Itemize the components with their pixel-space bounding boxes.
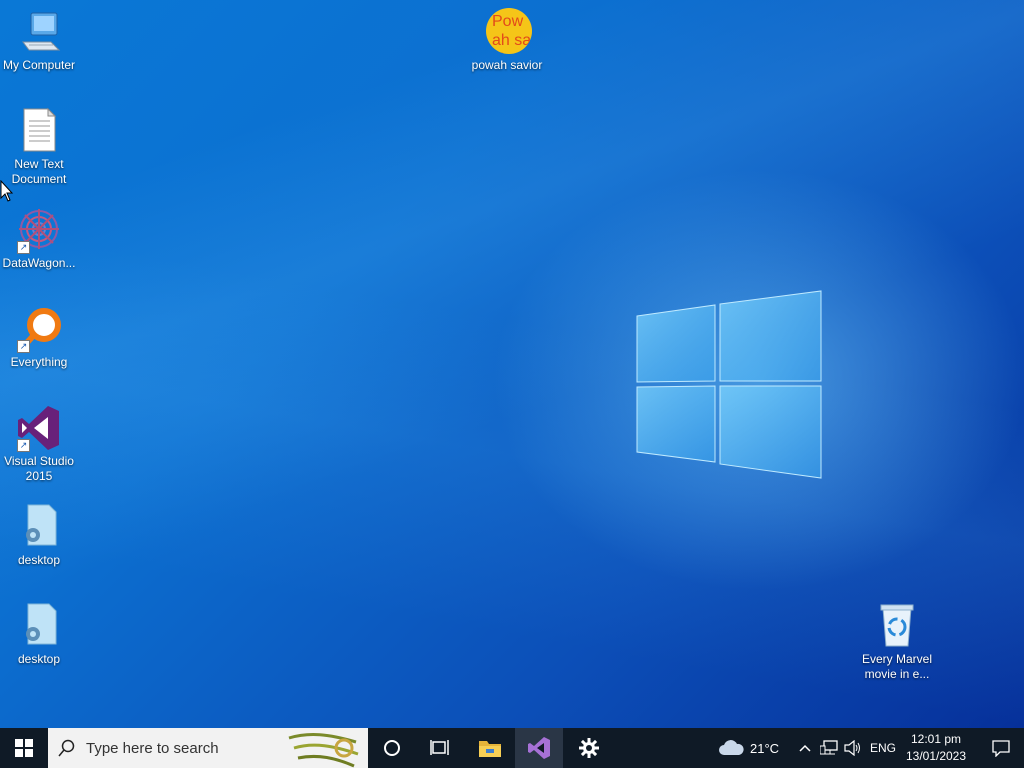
desktop-icon-recycle-bin[interactable]: Every Marvel movie in e... bbox=[858, 602, 936, 682]
powah-savior-icon: Powah savior bbox=[483, 8, 532, 56]
start-button[interactable] bbox=[0, 728, 48, 768]
windows-start-icon bbox=[15, 739, 33, 757]
folder-icon bbox=[479, 741, 501, 757]
datawagon-icon: ↗ bbox=[15, 206, 63, 254]
circle-icon bbox=[384, 740, 400, 756]
network-button[interactable] bbox=[818, 728, 840, 768]
gear-icon bbox=[579, 738, 599, 758]
search-placeholder: Type here to search bbox=[86, 739, 219, 757]
settings-file-icon bbox=[15, 503, 63, 551]
settings-button[interactable] bbox=[565, 728, 613, 768]
taskbar-search-box[interactable]: Type here to search bbox=[48, 728, 368, 768]
taskbar: Type here to search 21°C ENG 12:01 pm 13… bbox=[0, 728, 1024, 768]
file-explorer-button[interactable] bbox=[466, 728, 514, 768]
search-icon bbox=[58, 739, 75, 757]
visual-studio-taskbar-button[interactable] bbox=[515, 728, 563, 768]
icon-label: Every Marvel movie in e... bbox=[861, 652, 932, 681]
icon-label: desktop bbox=[17, 652, 61, 666]
icon-label: powah savior bbox=[471, 58, 543, 72]
task-view-icon bbox=[430, 740, 449, 755]
clock-date: 13/01/2023 bbox=[905, 749, 967, 763]
show-hidden-icons-button[interactable] bbox=[796, 728, 814, 768]
taskbar-clock[interactable]: 12:01 pm 13/01/2023 bbox=[900, 731, 972, 765]
desktop-icon-datawagon[interactable]: ↗ DataWagon... bbox=[0, 206, 78, 271]
input-language-indicator[interactable]: ENG bbox=[870, 728, 896, 768]
desktop-background[interactable]: My Computer New Text Document ↗ DataWago… bbox=[0, 0, 1024, 728]
task-view-button[interactable] bbox=[416, 728, 464, 768]
shortcut-arrow-icon: ↗ bbox=[17, 241, 30, 254]
weather-temperature: 21°C bbox=[750, 740, 780, 756]
desktop-icon-my-computer[interactable]: My Computer bbox=[0, 8, 78, 73]
desktop-icon-everything[interactable]: ↗ Everything bbox=[0, 305, 78, 370]
desktop-icon-powah-savior[interactable]: Powah savior powah savior bbox=[468, 8, 546, 73]
visual-studio-icon bbox=[528, 737, 550, 759]
cloud-icon bbox=[719, 740, 744, 755]
icon-label: My Computer bbox=[2, 58, 76, 72]
action-center-button[interactable] bbox=[978, 728, 1024, 768]
desktop-icon-visual-studio-2015[interactable]: ↗ Visual Studio 2015 bbox=[0, 404, 78, 484]
volume-button[interactable] bbox=[842, 728, 864, 768]
settings-file-icon bbox=[15, 602, 63, 650]
shortcut-arrow-icon: ↗ bbox=[17, 439, 30, 452]
everything-search-icon: ↗ bbox=[15, 305, 63, 353]
search-highlight-illustration bbox=[288, 733, 359, 768]
icon-label: Visual Studio 2015 bbox=[4, 454, 74, 483]
text-file-icon bbox=[15, 107, 63, 155]
shortcut-arrow-icon: ↗ bbox=[17, 340, 30, 353]
notification-icon bbox=[992, 740, 1010, 757]
desktop-icon-new-text-document[interactable]: New Text Document bbox=[0, 107, 78, 187]
weather-widget[interactable]: 21°C bbox=[718, 728, 779, 768]
clock-time: 12:01 pm bbox=[910, 732, 962, 746]
icon-label: desktop bbox=[17, 553, 61, 567]
powah-savior-logo-text: Powah savior bbox=[486, 8, 532, 54]
cortana-button[interactable] bbox=[368, 728, 416, 768]
visual-studio-icon: ↗ bbox=[15, 404, 63, 452]
computer-icon bbox=[15, 8, 63, 56]
mouse-cursor-icon bbox=[0, 180, 14, 202]
icon-label: DataWagon... bbox=[2, 256, 76, 270]
icon-label: Everything bbox=[10, 355, 68, 369]
recycle-bin-icon bbox=[873, 602, 921, 650]
desktop-icon-desktop-ini[interactable]: desktop bbox=[0, 602, 78, 667]
speaker-icon bbox=[844, 740, 860, 756]
network-icon bbox=[820, 740, 838, 755]
desktop-icon-desktop-ini[interactable]: desktop bbox=[0, 503, 78, 568]
chevron-up-icon bbox=[799, 744, 811, 752]
